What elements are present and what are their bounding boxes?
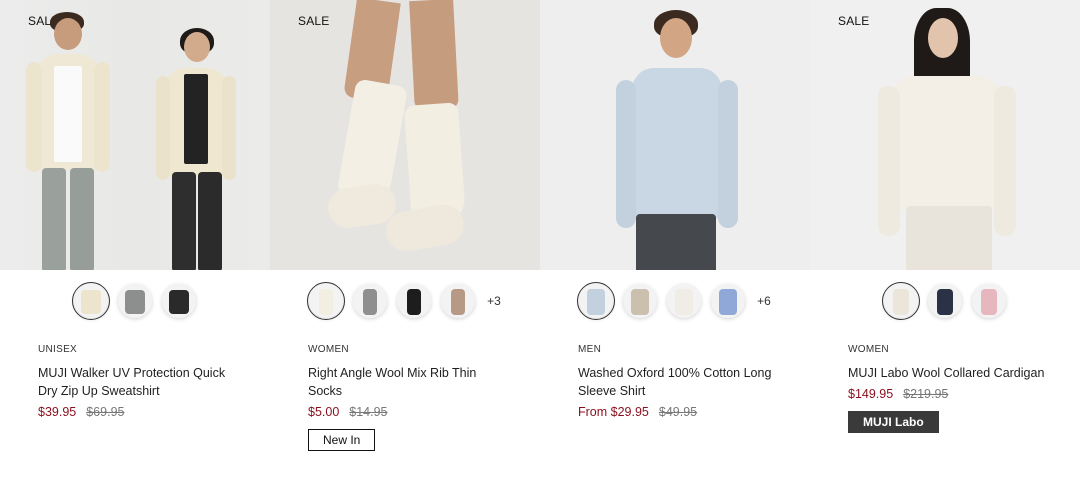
product-category: MEN [578,344,602,355]
product-price: $149.95 $219.95 [848,387,1080,401]
sale-price: $149.95 [848,387,894,401]
more-colors[interactable]: +3 [487,294,501,308]
product-price: $5.00 $14.95 [308,405,540,419]
original-price: $14.95 [349,405,388,419]
product-name[interactable]: Right Angle Wool Mix Rib Thin Socks [308,364,508,400]
color-swatches: +6 [540,270,810,332]
swatch-mocha[interactable] [441,284,476,318]
product-card[interactable]: SALE WOMEN MUJI Labo Wool Collared Cardi… [810,0,1080,451]
swatch-pink[interactable] [972,284,1006,318]
swatch-white[interactable] [667,284,702,318]
swatch-off-white[interactable] [307,282,346,320]
original-price: $69.95 [86,405,125,419]
product-category: UNISEX [38,344,78,355]
product-name[interactable]: MUJI Walker UV Protection Quick Dry Zip … [38,364,238,400]
sale-badge: SALE [298,14,330,28]
new-in-tag: New In [308,429,376,451]
product-image[interactable] [540,0,810,270]
sale-price: $39.95 [38,405,77,419]
sale-price: From $29.95 [578,405,649,419]
product-card[interactable]: SALE UNISEX MUJI Walker UV Protection Qu… [0,0,270,451]
color-swatches: +3 [270,270,540,332]
product-category: WOMEN [848,344,889,355]
swatch-gray[interactable] [118,284,152,318]
product-name[interactable]: Washed Oxford 100% Cotton Long Sleeve Sh… [578,364,778,400]
product-image[interactable]: SALE [0,0,270,270]
product-category: WOMEN [308,344,349,355]
swatch-navy[interactable] [928,284,962,318]
product-price: $39.95 $69.95 [38,405,270,419]
muji-labo-tag: MUJI Labo [848,411,939,433]
sale-price: $5.00 [308,405,340,419]
product-image[interactable]: SALE [810,0,1080,270]
original-price: $219.95 [903,387,949,401]
sale-badge: SALE [838,14,870,28]
product-grid: SALE UNISEX MUJI Walker UV Protection Qu… [0,0,1080,451]
swatch-light-blue[interactable] [577,282,616,320]
swatch-black[interactable] [397,284,432,318]
swatch-black[interactable] [162,284,196,318]
swatch-cream[interactable] [882,282,920,320]
product-name[interactable]: MUJI Labo Wool Collared Cardigan [848,364,1048,382]
product-card[interactable]: SALE +3 WOMEN Right Angle Wool Mix Rib T… [270,0,540,451]
product-price: From $29.95 $49.95 [578,405,810,419]
swatch-beige[interactable] [623,284,658,318]
product-image[interactable]: SALE [270,0,540,270]
color-swatches [0,270,270,332]
color-swatches [810,270,1080,332]
swatch-blue[interactable] [711,284,746,318]
swatch-gray[interactable] [353,284,388,318]
swatch-cream[interactable] [72,282,110,320]
original-price: $49.95 [658,405,698,419]
product-card[interactable]: +6 MEN Washed Oxford 100% Cotton Long Sl… [540,0,810,451]
more-colors[interactable]: +6 [757,294,771,308]
